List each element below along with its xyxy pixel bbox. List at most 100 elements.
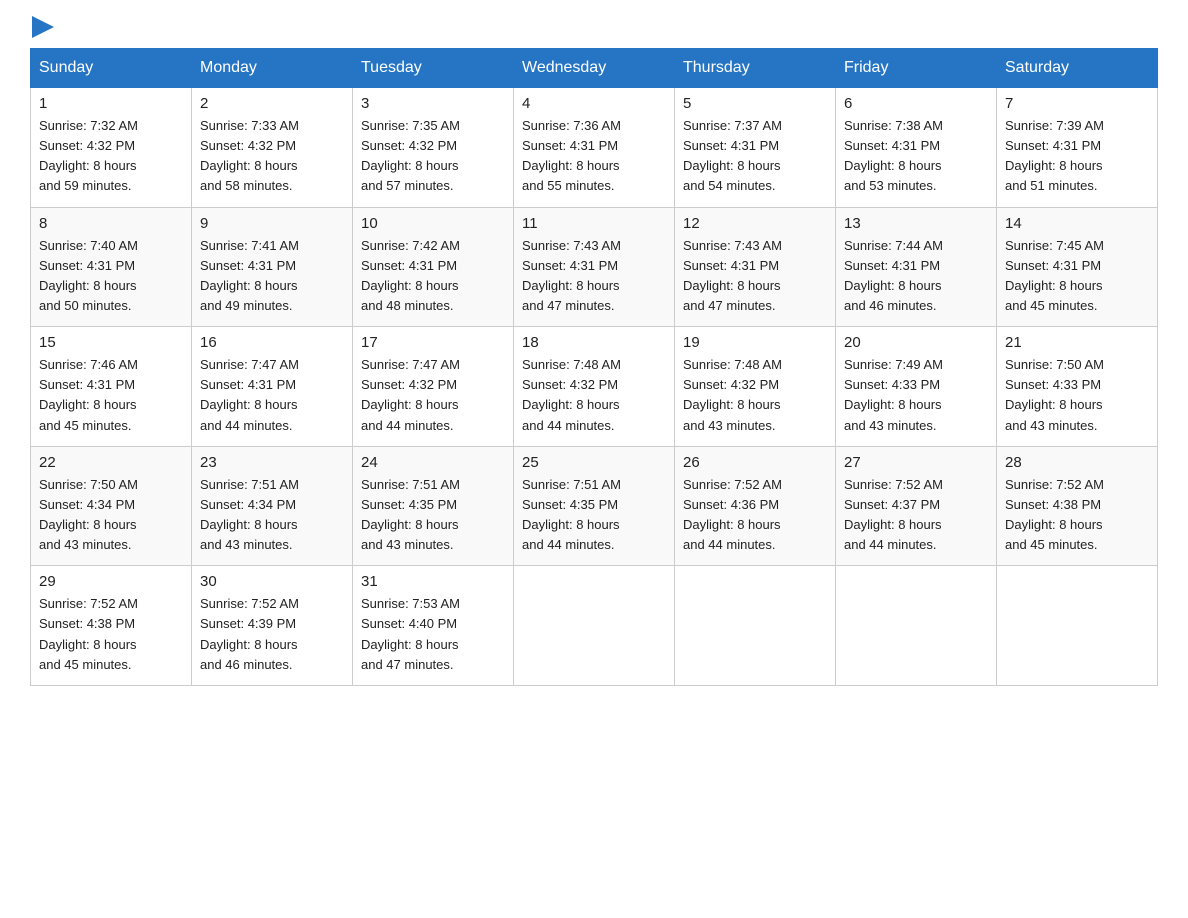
calendar-day-cell: 23 Sunrise: 7:51 AMSunset: 4:34 PMDayligh…	[192, 446, 353, 566]
calendar-day-cell	[514, 566, 675, 686]
day-number: 18	[522, 334, 666, 351]
day-number: 29	[39, 573, 183, 590]
day-info: Sunrise: 7:52 AMSunset: 4:37 PMDaylight:…	[844, 475, 988, 556]
day-info: Sunrise: 7:49 AMSunset: 4:33 PMDaylight:…	[844, 355, 988, 436]
days-of-week-row: SundayMondayTuesdayWednesdayThursdayFrid…	[31, 49, 1158, 88]
calendar-day-cell: 20Sunrise: 7:49 AMSunset: 4:33 PMDayligh…	[836, 327, 997, 447]
calendar-day-cell: 12 Sunrise: 7:43 AMSunset: 4:31 PMDayligh…	[675, 207, 836, 327]
calendar-week-row: 22 Sunrise: 7:50 AMSunset: 4:34 PMDayligh…	[31, 446, 1158, 566]
calendar-day-cell: 13Sunrise: 7:44 AMSunset: 4:31 PMDayligh…	[836, 207, 997, 327]
day-number: 27	[844, 454, 988, 471]
day-number: 3	[361, 95, 505, 112]
day-info: Sunrise: 7:47 AMSunset: 4:32 PMDaylight:…	[361, 355, 505, 436]
day-info: Sunrise: 7:40 AMSunset: 4:31 PMDaylight:…	[39, 236, 183, 317]
logo	[30, 20, 54, 38]
calendar-week-row: 29 Sunrise: 7:52 AMSunset: 4:38 PMDayligh…	[31, 566, 1158, 686]
day-number: 10	[361, 215, 505, 232]
day-info: Sunrise: 7:48 AMSunset: 4:32 PMDaylight:…	[522, 355, 666, 436]
calendar-day-cell: 16 Sunrise: 7:47 AMSunset: 4:31 PMDayligh…	[192, 327, 353, 447]
day-number: 24	[361, 454, 505, 471]
day-number: 6	[844, 95, 988, 112]
day-info: Sunrise: 7:51 AMSunset: 4:34 PMDaylight:…	[200, 475, 344, 556]
calendar-day-cell: 29 Sunrise: 7:52 AMSunset: 4:38 PMDayligh…	[31, 566, 192, 686]
day-number: 2	[200, 95, 344, 112]
calendar-day-cell: 5 Sunrise: 7:37 AMSunset: 4:31 PMDaylight…	[675, 88, 836, 208]
day-of-week-header: Saturday	[997, 49, 1158, 88]
day-number: 21	[1005, 334, 1149, 351]
day-info: Sunrise: 7:52 AMSunset: 4:36 PMDaylight:…	[683, 475, 827, 556]
day-info: Sunrise: 7:32 AMSunset: 4:32 PMDaylight:…	[39, 116, 183, 197]
day-number: 12	[683, 215, 827, 232]
day-number: 28	[1005, 454, 1149, 471]
day-number: 7	[1005, 95, 1149, 112]
page-header	[30, 20, 1158, 38]
day-info: Sunrise: 7:51 AMSunset: 4:35 PMDaylight:…	[361, 475, 505, 556]
day-info: Sunrise: 7:39 AMSunset: 4:31 PMDaylight:…	[1005, 116, 1149, 197]
calendar-day-cell: 30Sunrise: 7:52 AMSunset: 4:39 PMDayligh…	[192, 566, 353, 686]
calendar-day-cell: 3Sunrise: 7:35 AMSunset: 4:32 PMDaylight…	[353, 88, 514, 208]
day-number: 23	[200, 454, 344, 471]
day-number: 14	[1005, 215, 1149, 232]
day-info: Sunrise: 7:48 AMSunset: 4:32 PMDaylight:…	[683, 355, 827, 436]
calendar-day-cell	[675, 566, 836, 686]
calendar-day-cell: 7 Sunrise: 7:39 AMSunset: 4:31 PMDaylight…	[997, 88, 1158, 208]
calendar-day-cell: 9Sunrise: 7:41 AMSunset: 4:31 PMDaylight…	[192, 207, 353, 327]
calendar-day-cell: 22 Sunrise: 7:50 AMSunset: 4:34 PMDayligh…	[31, 446, 192, 566]
calendar-day-cell: 27 Sunrise: 7:52 AMSunset: 4:37 PMDayligh…	[836, 446, 997, 566]
calendar-day-cell: 24 Sunrise: 7:51 AMSunset: 4:35 PMDayligh…	[353, 446, 514, 566]
day-number: 8	[39, 215, 183, 232]
calendar-day-cell: 31 Sunrise: 7:53 AMSunset: 4:40 PMDayligh…	[353, 566, 514, 686]
day-info: Sunrise: 7:45 AMSunset: 4:31 PMDaylight:…	[1005, 236, 1149, 317]
day-info: Sunrise: 7:50 AMSunset: 4:34 PMDaylight:…	[39, 475, 183, 556]
calendar-day-cell	[836, 566, 997, 686]
day-number: 11	[522, 215, 666, 232]
calendar-day-cell: 25Sunrise: 7:51 AMSunset: 4:35 PMDayligh…	[514, 446, 675, 566]
day-info: Sunrise: 7:36 AMSunset: 4:31 PMDaylight:…	[522, 116, 666, 197]
calendar-day-cell: 18 Sunrise: 7:48 AMSunset: 4:32 PMDayligh…	[514, 327, 675, 447]
day-number: 5	[683, 95, 827, 112]
day-info: Sunrise: 7:52 AMSunset: 4:39 PMDaylight:…	[200, 594, 344, 675]
day-info: Sunrise: 7:46 AMSunset: 4:31 PMDaylight:…	[39, 355, 183, 436]
day-number: 4	[522, 95, 666, 112]
day-number: 16	[200, 334, 344, 351]
calendar-header: SundayMondayTuesdayWednesdayThursdayFrid…	[31, 49, 1158, 88]
calendar-day-cell: 10 Sunrise: 7:42 AMSunset: 4:31 PMDayligh…	[353, 207, 514, 327]
day-info: Sunrise: 7:38 AMSunset: 4:31 PMDaylight:…	[844, 116, 988, 197]
day-of-week-header: Sunday	[31, 49, 192, 88]
day-info: Sunrise: 7:47 AMSunset: 4:31 PMDaylight:…	[200, 355, 344, 436]
calendar-day-cell: 8 Sunrise: 7:40 AMSunset: 4:31 PMDaylight…	[31, 207, 192, 327]
day-number: 19	[683, 334, 827, 351]
day-info: Sunrise: 7:50 AMSunset: 4:33 PMDaylight:…	[1005, 355, 1149, 436]
day-number: 9	[200, 215, 344, 232]
calendar-day-cell: 2 Sunrise: 7:33 AMSunset: 4:32 PMDaylight…	[192, 88, 353, 208]
day-info: Sunrise: 7:52 AMSunset: 4:38 PMDaylight:…	[39, 594, 183, 675]
day-info: Sunrise: 7:44 AMSunset: 4:31 PMDaylight:…	[844, 236, 988, 317]
calendar-body: 1 Sunrise: 7:32 AMSunset: 4:32 PMDaylight…	[31, 88, 1158, 686]
calendar-day-cell: 17 Sunrise: 7:47 AMSunset: 4:32 PMDayligh…	[353, 327, 514, 447]
calendar-week-row: 8 Sunrise: 7:40 AMSunset: 4:31 PMDaylight…	[31, 207, 1158, 327]
day-number: 17	[361, 334, 505, 351]
day-info: Sunrise: 7:43 AMSunset: 4:31 PMDaylight:…	[522, 236, 666, 317]
day-info: Sunrise: 7:42 AMSunset: 4:31 PMDaylight:…	[361, 236, 505, 317]
day-number: 1	[39, 95, 183, 112]
day-info: Sunrise: 7:51 AMSunset: 4:35 PMDaylight:…	[522, 475, 666, 556]
calendar-week-row: 15Sunrise: 7:46 AMSunset: 4:31 PMDayligh…	[31, 327, 1158, 447]
calendar-day-cell	[997, 566, 1158, 686]
calendar-day-cell: 19 Sunrise: 7:48 AMSunset: 4:32 PMDayligh…	[675, 327, 836, 447]
day-number: 26	[683, 454, 827, 471]
day-of-week-header: Wednesday	[514, 49, 675, 88]
day-info: Sunrise: 7:33 AMSunset: 4:32 PMDaylight:…	[200, 116, 344, 197]
calendar-week-row: 1 Sunrise: 7:32 AMSunset: 4:32 PMDaylight…	[31, 88, 1158, 208]
calendar-day-cell: 26 Sunrise: 7:52 AMSunset: 4:36 PMDayligh…	[675, 446, 836, 566]
calendar-day-cell: 4 Sunrise: 7:36 AMSunset: 4:31 PMDaylight…	[514, 88, 675, 208]
day-number: 22	[39, 454, 183, 471]
day-info: Sunrise: 7:37 AMSunset: 4:31 PMDaylight:…	[683, 116, 827, 197]
calendar-day-cell: 14 Sunrise: 7:45 AMSunset: 4:31 PMDayligh…	[997, 207, 1158, 327]
day-of-week-header: Tuesday	[353, 49, 514, 88]
day-info: Sunrise: 7:43 AMSunset: 4:31 PMDaylight:…	[683, 236, 827, 317]
calendar-day-cell: 6 Sunrise: 7:38 AMSunset: 4:31 PMDaylight…	[836, 88, 997, 208]
day-info: Sunrise: 7:53 AMSunset: 4:40 PMDaylight:…	[361, 594, 505, 675]
day-of-week-header: Thursday	[675, 49, 836, 88]
day-number: 31	[361, 573, 505, 590]
calendar-day-cell: 15Sunrise: 7:46 AMSunset: 4:31 PMDayligh…	[31, 327, 192, 447]
